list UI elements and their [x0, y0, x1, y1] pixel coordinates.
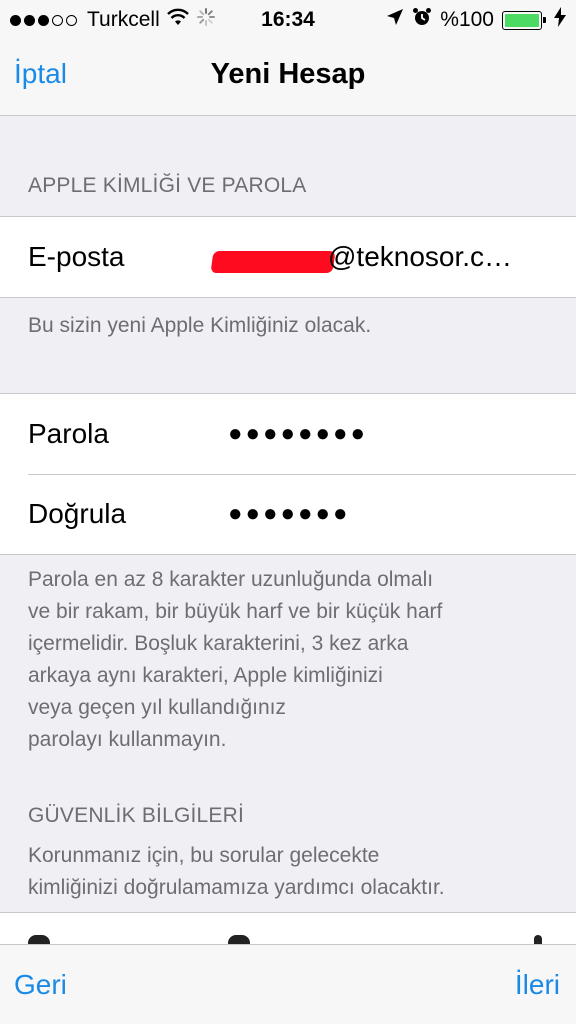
password-rules-line: Parola en az 8 karakter uzunluğunda olma… [28, 568, 434, 591]
verify-label: Doğrula [28, 498, 127, 529]
next-button[interactable]: İleri [515, 969, 560, 1001]
activity-spinner-icon [196, 7, 216, 33]
verify-row[interactable]: Doğrula ●●●●●●● [0, 474, 576, 554]
status-bar: Turkcell 16:34 %100 [0, 0, 576, 40]
apple-id-footer: Bu sizin yeni Apple Kimliğiniz olacak. [28, 314, 372, 337]
security-description-line: kimliğinizi doğrulamamıza yardımcı olaca… [28, 876, 445, 899]
status-left: Turkcell [10, 7, 216, 33]
email-field[interactable]: @teknosor.c… [328, 241, 512, 273]
carrier-name: Turkcell [87, 8, 160, 31]
navigation-bar: İptal Yeni Hesap [0, 40, 576, 116]
password-rules-line: içermelidir. Boşluk karakterini, 3 kez a… [28, 632, 409, 655]
password-rules-footer: Parola en az 8 karakter uzunluğunda olma… [28, 564, 548, 756]
password-group: Parola ●●●●●●●● Doğrula ●●●●●●● [0, 393, 576, 555]
redaction-mark [210, 251, 336, 273]
password-field[interactable]: ●●●●●●●● [228, 420, 368, 448]
location-arrow-icon [386, 8, 404, 32]
page-title: Yeni Hesap [210, 58, 366, 90]
password-rules-line: arkaya aynı karakteri, Apple kimliğinizi [28, 664, 383, 687]
password-rules-line: veya geçen yıl kullandığınız [28, 696, 286, 719]
email-label: E-posta [28, 241, 125, 272]
email-row[interactable]: E-posta @teknosor.c… [0, 217, 576, 297]
signal-dots-icon [10, 14, 77, 26]
battery-percent: %100 [440, 8, 494, 31]
password-row[interactable]: Parola ●●●●●●●● [0, 394, 576, 474]
security-description: Korunmanız için, bu sorular gelecekte ki… [28, 840, 548, 904]
status-right: %100 [386, 7, 566, 33]
verify-password-field[interactable]: ●●●●●●● [228, 500, 350, 528]
password-rules-line: ve bir rakam, bir büyük harf ve bir küçü… [28, 600, 443, 623]
back-button[interactable]: Geri [14, 969, 67, 1001]
apple-id-section-header: APPLE KİMLİĞİ VE PAROLA [28, 174, 307, 197]
charging-bolt-icon [554, 7, 566, 33]
alarm-clock-icon [412, 7, 432, 33]
bottom-toolbar: Geri İleri [0, 944, 576, 1024]
wifi-icon [166, 8, 190, 32]
new-account-screen: Turkcell 16:34 %100 İptal Yeni Hesap APP… [0, 0, 576, 1024]
security-section-header: GÜVENLİK BİLGİLERİ [28, 804, 245, 827]
password-label: Parola [28, 418, 109, 449]
apple-id-group: E-posta @teknosor.c… [0, 216, 576, 298]
security-description-line: Korunmanız için, bu sorular gelecekte [28, 844, 380, 867]
battery-icon [502, 10, 546, 30]
password-rules-line: parolayı kullanmayın. [28, 728, 227, 751]
